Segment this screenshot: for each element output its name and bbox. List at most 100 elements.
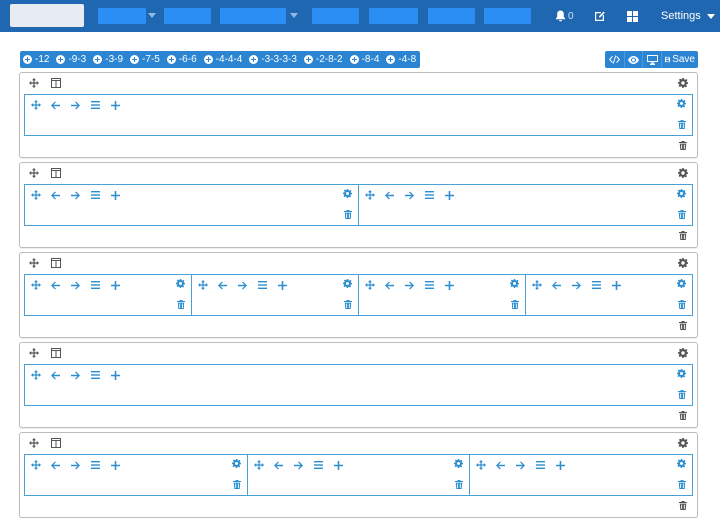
plus-icon[interactable] — [111, 99, 131, 111]
gear-icon[interactable] — [677, 99, 686, 108]
list-icon[interactable] — [313, 459, 334, 471]
arrow-left-icon[interactable] — [218, 279, 238, 291]
gear-icon[interactable] — [231, 459, 241, 468]
save-button[interactable]: Save — [662, 51, 698, 68]
list-icon[interactable] — [425, 279, 445, 291]
arrow-left-icon[interactable] — [51, 99, 71, 111]
arrow-left-icon[interactable] — [51, 369, 71, 381]
gear-icon[interactable] — [678, 168, 688, 178]
move-icon[interactable] — [29, 348, 39, 358]
gear-icon[interactable] — [677, 369, 686, 378]
move-icon[interactable] — [31, 189, 51, 201]
plus-icon[interactable] — [111, 459, 131, 471]
trash-icon[interactable] — [232, 480, 241, 489]
column[interactable] — [24, 274, 192, 316]
column[interactable] — [24, 184, 359, 226]
trash-icon[interactable] — [678, 120, 686, 129]
list-icon[interactable] — [258, 279, 278, 291]
arrow-left-icon[interactable] — [552, 279, 572, 291]
trash-icon[interactable] — [678, 210, 686, 219]
move-icon[interactable] — [253, 459, 274, 471]
move-icon[interactable] — [29, 168, 39, 178]
nav-menu-7[interactable] — [484, 8, 531, 24]
preset-button[interactable]: -9-3 — [53, 51, 90, 68]
chevron-down-icon[interactable] — [290, 13, 298, 18]
arrow-right-icon[interactable] — [238, 279, 258, 291]
list-icon[interactable] — [425, 189, 445, 201]
move-icon[interactable] — [29, 78, 39, 88]
arrow-left-icon[interactable] — [51, 279, 71, 291]
desktop-view-button[interactable] — [643, 51, 662, 68]
gear-icon[interactable] — [343, 279, 352, 288]
trash-icon[interactable] — [177, 300, 185, 309]
preset-button[interactable]: -4-8 — [383, 51, 420, 68]
nav-menu-3[interactable] — [220, 8, 286, 24]
preview-button[interactable] — [625, 51, 643, 68]
plus-icon[interactable] — [612, 279, 632, 291]
logo[interactable] — [10, 4, 84, 27]
arrow-left-icon[interactable] — [51, 189, 71, 201]
gear-icon[interactable] — [343, 189, 352, 198]
columns-icon[interactable] — [51, 348, 61, 358]
gear-icon[interactable] — [678, 258, 688, 268]
chevron-down-icon[interactable] — [148, 13, 156, 18]
settings-menu[interactable]: Settings — [661, 0, 715, 32]
trash-icon[interactable] — [511, 300, 519, 309]
gear-icon[interactable] — [677, 279, 686, 288]
code-view-button[interactable] — [605, 51, 625, 68]
gear-icon[interactable] — [678, 78, 688, 88]
preset-button[interactable]: -7-5 — [127, 51, 164, 68]
gear-icon[interactable] — [454, 459, 464, 468]
columns-icon[interactable] — [51, 168, 61, 178]
gear-icon[interactable] — [677, 189, 686, 198]
preset-button[interactable]: -4-4-4 — [201, 51, 247, 68]
list-icon[interactable] — [91, 99, 111, 111]
trash-icon[interactable] — [344, 300, 352, 309]
move-icon[interactable] — [532, 279, 552, 291]
list-icon[interactable] — [592, 279, 612, 291]
move-icon[interactable] — [31, 279, 51, 291]
arrow-right-icon[interactable] — [71, 459, 91, 471]
edit-button[interactable] — [594, 0, 606, 32]
list-icon[interactable] — [91, 459, 111, 471]
move-icon[interactable] — [31, 369, 51, 381]
columns-icon[interactable] — [51, 258, 61, 268]
gear-icon[interactable] — [678, 348, 688, 358]
column[interactable] — [525, 274, 693, 316]
arrow-right-icon[interactable] — [516, 459, 536, 471]
preset-button[interactable]: -8-4 — [347, 51, 384, 68]
column[interactable] — [358, 274, 526, 316]
move-icon[interactable] — [198, 279, 218, 291]
plus-icon[interactable] — [445, 279, 465, 291]
column[interactable] — [246, 454, 471, 496]
column[interactable] — [191, 274, 359, 316]
arrow-right-icon[interactable] — [71, 369, 91, 381]
column[interactable] — [24, 364, 693, 406]
gear-icon[interactable] — [677, 459, 687, 468]
list-icon[interactable] — [91, 369, 111, 381]
arrow-left-icon[interactable] — [385, 279, 405, 291]
plus-icon[interactable] — [111, 369, 131, 381]
nav-menu-1[interactable] — [98, 8, 146, 24]
gear-icon[interactable] — [510, 279, 519, 288]
arrow-right-icon[interactable] — [71, 279, 91, 291]
plus-icon[interactable] — [556, 459, 576, 471]
nav-menu-4[interactable] — [312, 8, 359, 24]
column[interactable] — [24, 94, 693, 136]
trash-icon[interactable] — [678, 390, 686, 399]
arrow-right-icon[interactable] — [71, 189, 91, 201]
nav-menu-5[interactable] — [369, 8, 418, 24]
move-icon[interactable] — [29, 258, 39, 268]
trash-icon[interactable] — [455, 480, 464, 489]
preset-button[interactable]: -3-9 — [90, 51, 127, 68]
trash-icon[interactable] — [679, 411, 687, 420]
plus-icon[interactable] — [111, 279, 131, 291]
preset-button[interactable]: -3-3-3-3 — [246, 51, 301, 68]
arrow-left-icon[interactable] — [385, 189, 405, 201]
column[interactable] — [469, 454, 694, 496]
arrow-left-icon[interactable] — [51, 459, 71, 471]
nav-menu-6[interactable] — [428, 8, 475, 24]
move-icon[interactable] — [365, 189, 385, 201]
list-icon[interactable] — [91, 279, 111, 291]
plus-icon[interactable] — [111, 189, 131, 201]
